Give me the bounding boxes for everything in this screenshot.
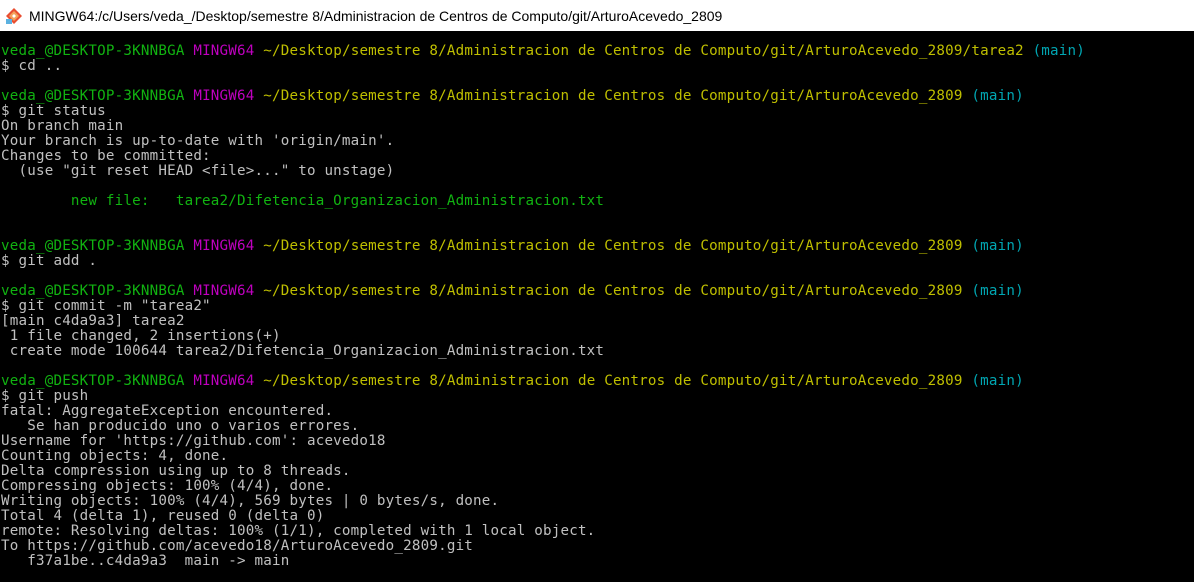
terminal-text-segment: remote: Resolving deltas: 100% (1/1), co… xyxy=(1,523,596,539)
terminal-text-segment: $ cd .. xyxy=(1,58,63,74)
terminal-text-segment: veda_@DESKTOP-3KNNBGA xyxy=(1,373,185,389)
terminal-line: Delta compression using up to 8 threads. xyxy=(1,464,351,479)
terminal-text-segment: $ git add . xyxy=(1,253,98,269)
terminal-line: [main c4da9a3] tarea2 xyxy=(1,314,185,329)
terminal-text-segment: MINGW64 xyxy=(193,238,255,254)
terminal-line: Compressing objects: 100% (4/4), done. xyxy=(1,479,333,494)
terminal-line: veda_@DESKTOP-3KNNBGA MINGW64 ~/Desktop/… xyxy=(1,284,1024,299)
terminal-text-segment: MINGW64 xyxy=(193,88,255,104)
terminal-text-segment: (use "git reset HEAD <file>..." to unsta… xyxy=(1,163,395,179)
terminal-text-segment: $ git status xyxy=(1,103,106,119)
terminal-text-segment: Writing objects: 100% (4/4), 569 bytes |… xyxy=(1,493,500,509)
terminal-line: $ git add . xyxy=(1,254,97,269)
terminal-text-segment: Total 4 (delta 1), reused 0 (delta 0) xyxy=(1,508,325,524)
terminal-text-segment: Changes to be committed: xyxy=(1,148,211,164)
terminal-line: 1 file changed, 2 insertions(+) xyxy=(1,329,281,344)
terminal-text-segment: veda_@DESKTOP-3KNNBGA xyxy=(1,238,185,254)
terminal-text-segment: Delta compression using up to 8 threads. xyxy=(1,463,351,479)
git-bash-icon xyxy=(6,7,22,24)
terminal-line: To https://github.com/acevedo18/ArturoAc… xyxy=(1,539,473,554)
terminal-line: Se han producido uno o varios errores. xyxy=(1,419,359,434)
terminal-text-segment: (main) xyxy=(971,283,1024,299)
terminal-line: veda_@DESKTOP-3KNNBGA MINGW64 ~/Desktop/… xyxy=(1,374,1024,389)
terminal-line: create mode 100644 tarea2/Difetencia_Org… xyxy=(1,344,604,359)
terminal-text-segment: Counting objects: 4, done. xyxy=(1,448,229,464)
terminal-line: Counting objects: 4, done. xyxy=(1,449,228,464)
terminal-text-segment: Username for 'https://github.com': aceve… xyxy=(1,433,386,449)
terminal-text-segment: [main c4da9a3] tarea2 xyxy=(1,313,185,329)
terminal-line: Changes to be committed: xyxy=(1,149,211,164)
terminal-line: On branch main xyxy=(1,119,123,134)
terminal-text-segment: Your branch is up-to-date with 'origin/m… xyxy=(1,133,395,149)
terminal-text-segment: create mode 100644 tarea2/Difetencia_Org… xyxy=(1,343,605,359)
terminal-text-segment: (main) xyxy=(971,88,1024,104)
terminal-text-segment: ~/Desktop/semestre 8/Administracion de C… xyxy=(263,373,963,389)
terminal-line: $ git commit -m "tarea2" xyxy=(1,299,211,314)
terminal-line: Username for 'https://github.com': aceve… xyxy=(1,434,386,449)
title-bar[interactable]: MINGW64:/c/Users/veda_/Desktop/semestre … xyxy=(0,0,1194,31)
terminal-text-segment: new file: tarea2/Difetencia_Organizacion… xyxy=(1,193,605,209)
terminal-text-segment: f37a1be..c4da9a3 main -> main xyxy=(1,553,290,569)
terminal-text-segment: MINGW64 xyxy=(193,43,255,59)
terminal-text-segment: Compressing objects: 100% (4/4), done. xyxy=(1,478,334,494)
terminal-line: f37a1be..c4da9a3 main -> main xyxy=(1,554,289,569)
terminal-line: fatal: AggregateException encountered. xyxy=(1,404,333,419)
terminal-text-segment: (main) xyxy=(971,238,1024,254)
terminal-text-segment: 1 file changed, 2 insertions(+) xyxy=(1,328,281,344)
terminal-window: MINGW64:/c/Users/veda_/Desktop/semestre … xyxy=(0,0,1194,582)
terminal-text-segment: $ git commit -m "tarea2" xyxy=(1,298,211,314)
terminal-text-segment: $ git push xyxy=(1,388,89,404)
window-title: MINGW64:/c/Users/veda_/Desktop/semestre … xyxy=(29,7,723,24)
terminal-text-segment: (main) xyxy=(1032,43,1086,59)
terminal-line: remote: Resolving deltas: 100% (1/1), co… xyxy=(1,524,595,539)
terminal-text-segment: MINGW64 xyxy=(193,373,255,389)
terminal-text-segment: Se han producido uno o varios errores. xyxy=(1,418,360,434)
terminal-text-segment: MINGW64 xyxy=(193,283,255,299)
terminal-output[interactable]: veda_@DESKTOP-3KNNBGA MINGW64 ~/Desktop/… xyxy=(0,31,1194,582)
terminal-line: $ git push xyxy=(1,389,88,404)
terminal-text-segment: ~/Desktop/semestre 8/Administracion de C… xyxy=(263,43,1024,59)
terminal-line: $ cd .. xyxy=(1,59,62,74)
terminal-text-segment: ~/Desktop/semestre 8/Administracion de C… xyxy=(263,88,963,104)
terminal-line: veda_@DESKTOP-3KNNBGA MINGW64 ~/Desktop/… xyxy=(1,44,1085,59)
terminal-line: Your branch is up-to-date with 'origin/m… xyxy=(1,134,394,149)
terminal-line: veda_@DESKTOP-3KNNBGA MINGW64 ~/Desktop/… xyxy=(1,89,1024,104)
terminal-text-segment: On branch main xyxy=(1,118,124,134)
terminal-line: Writing objects: 100% (4/4), 569 bytes |… xyxy=(1,494,499,509)
terminal-line: $ git status xyxy=(1,104,106,119)
terminal-text-segment: fatal: AggregateException encountered. xyxy=(1,403,334,419)
terminal-text-segment: veda_@DESKTOP-3KNNBGA xyxy=(1,43,185,59)
terminal-text-segment: To https://github.com/acevedo18/ArturoAc… xyxy=(1,538,474,554)
terminal-line: (use "git reset HEAD <file>..." to unsta… xyxy=(1,164,394,179)
terminal-text-segment: veda_@DESKTOP-3KNNBGA xyxy=(1,88,185,104)
terminal-line: veda_@DESKTOP-3KNNBGA MINGW64 ~/Desktop/… xyxy=(1,239,1024,254)
terminal-line: Total 4 (delta 1), reused 0 (delta 0) xyxy=(1,509,324,524)
terminal-line: new file: tarea2/Difetencia_Organizacion… xyxy=(1,194,604,209)
terminal-text-segment: (main) xyxy=(971,373,1024,389)
terminal-text-segment: veda_@DESKTOP-3KNNBGA xyxy=(1,283,185,299)
terminal-text-segment: ~/Desktop/semestre 8/Administracion de C… xyxy=(263,283,963,299)
terminal-text-segment: ~/Desktop/semestre 8/Administracion de C… xyxy=(263,238,963,254)
